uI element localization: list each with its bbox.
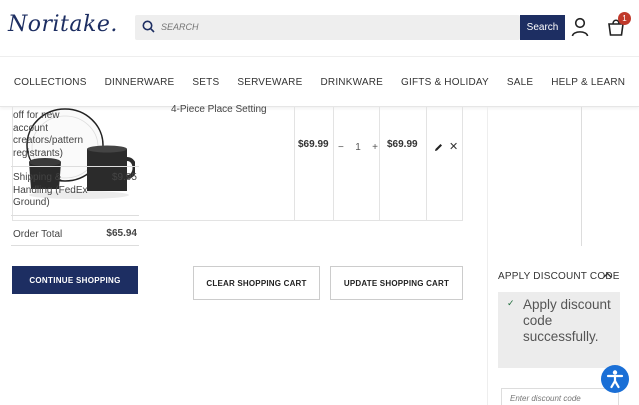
account-icon[interactable] xyxy=(571,17,589,37)
product-name[interactable]: 4-Piece Place Setting xyxy=(171,104,267,115)
qty-value[interactable]: 1 xyxy=(355,142,361,153)
noritake-logo[interactable]: Noritake. xyxy=(8,12,118,37)
column-divider xyxy=(333,107,334,220)
item-subtotal: $69.99 xyxy=(387,139,418,150)
remove-item-icon[interactable]: ✕ xyxy=(449,140,458,153)
nav-item-gifts-holiday[interactable]: GIFTS & HOLIDAY xyxy=(392,77,498,88)
search-input[interactable] xyxy=(161,17,501,37)
main-navigation: COLLECTIONS DINNERWARE SETS SERVEWARE DR… xyxy=(0,57,639,107)
nav-item-drinkware[interactable]: DRINKWARE xyxy=(311,77,392,88)
column-divider xyxy=(294,107,295,220)
qty-increment-button[interactable]: + xyxy=(372,142,378,153)
accessibility-icon xyxy=(606,370,624,389)
apply-discount-heading: APPLY DISCOUNT CODE xyxy=(498,271,620,282)
shipping-value: $9.95 xyxy=(111,172,137,183)
search-icon[interactable] xyxy=(142,20,155,33)
order-total-value: $65.94 xyxy=(106,228,137,239)
edit-icon[interactable] xyxy=(434,143,443,152)
nav-item-help-learn[interactable]: HELP & LEARN xyxy=(542,77,634,88)
discount-success-message: ✓ Apply discount code successfully. xyxy=(498,292,620,368)
accessibility-button[interactable] xyxy=(601,365,629,393)
nav-item-sets[interactable]: SETS xyxy=(183,77,228,88)
chevron-up-icon xyxy=(603,272,612,278)
shipping-label: Shipping & Handling (FedEx Ground) xyxy=(13,172,88,208)
apply-discount-toggle[interactable]: APPLY DISCOUNT CODE xyxy=(498,271,620,282)
clear-cart-button[interactable]: CLEAR SHOPPING CART xyxy=(193,266,320,300)
continue-shopping-button[interactable]: CONTINUE SHOPPING xyxy=(12,266,138,294)
order-total-row: Order Total $65.94 xyxy=(11,216,139,246)
update-cart-button[interactable]: UPDATE SHOPPING CART xyxy=(330,266,463,300)
nav-item-dinnerware[interactable]: DINNERWARE xyxy=(96,77,184,88)
column-divider xyxy=(426,107,427,220)
checkmark-icon: ✓ xyxy=(507,298,515,308)
qty-decrement-button[interactable]: − xyxy=(338,142,344,153)
order-total-label: Order Total xyxy=(13,229,63,240)
nav-item-serveware[interactable]: SERVEWARE xyxy=(228,77,311,88)
discount-note: off for new account creators/pattern reg… xyxy=(13,110,84,159)
search-button[interactable]: Search xyxy=(520,15,565,40)
shipping-row: Shipping & Handling (FedEx Ground) $9.95 xyxy=(11,167,139,216)
quantity-stepper: − 1 + xyxy=(338,142,378,153)
item-price: $69.99 xyxy=(298,139,329,150)
discount-note-row: off for new account creators/pattern reg… xyxy=(11,107,139,167)
summary-divider xyxy=(581,107,582,246)
nav-item-sale[interactable]: SALE xyxy=(498,77,542,88)
search-bar xyxy=(135,15,520,40)
nav-item-collections[interactable]: COLLECTIONS xyxy=(5,77,96,88)
discount-success-text: Apply discount code successfully. xyxy=(523,297,611,344)
column-divider xyxy=(379,107,380,220)
cart-count-badge: 1 xyxy=(618,12,631,25)
site-header: Noritake. Search 1 xyxy=(0,0,639,57)
